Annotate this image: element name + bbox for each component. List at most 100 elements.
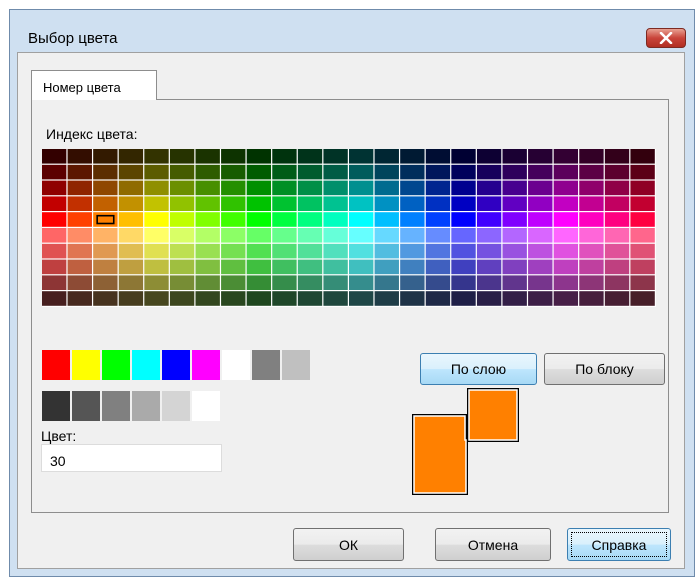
palette-cell[interactable] — [221, 275, 246, 290]
palette-cell[interactable] — [297, 212, 323, 227]
palette-cell[interactable] — [528, 228, 553, 243]
palette-cell[interactable] — [400, 291, 425, 306]
palette-cell[interactable] — [400, 275, 425, 290]
palette-cell[interactable] — [528, 196, 553, 211]
palette-cell[interactable] — [579, 196, 604, 211]
palette-cell[interactable] — [502, 196, 527, 211]
palette-cell[interactable] — [297, 275, 323, 290]
palette-cell[interactable] — [272, 228, 297, 243]
palette-cell[interactable] — [246, 164, 272, 180]
palette-cell[interactable] — [67, 164, 92, 180]
palette-cell[interactable] — [144, 149, 169, 164]
palette-cell[interactable] — [67, 196, 92, 211]
palette-cell[interactable] — [118, 243, 144, 259]
palette-cell[interactable] — [93, 180, 118, 196]
palette-cell[interactable] — [553, 243, 579, 259]
palette-cell[interactable] — [144, 180, 169, 196]
palette-cell[interactable] — [67, 259, 92, 275]
palette-cell[interactable] — [528, 149, 553, 164]
title-bar[interactable]: Выбор цвета — [10, 10, 694, 48]
palette-cell[interactable] — [169, 196, 195, 211]
palette-cell[interactable] — [604, 164, 630, 180]
palette-cell[interactable] — [425, 149, 451, 164]
palette-cell[interactable] — [323, 275, 348, 290]
color-swatch[interactable] — [72, 350, 100, 380]
palette-cell[interactable] — [528, 212, 553, 227]
palette-cell[interactable] — [451, 259, 476, 275]
palette-cell[interactable] — [246, 228, 272, 243]
palette-cell[interactable] — [272, 259, 297, 275]
palette-cell[interactable] — [195, 228, 220, 243]
palette-cell[interactable] — [221, 291, 246, 306]
color-swatch[interactable] — [132, 391, 160, 421]
palette-cell[interactable] — [604, 212, 630, 227]
palette-cell[interactable] — [502, 228, 527, 243]
palette-cell[interactable] — [425, 228, 451, 243]
palette-cell[interactable] — [476, 180, 502, 196]
palette-cell[interactable] — [630, 291, 655, 306]
palette-cell[interactable] — [502, 212, 527, 227]
palette-cell[interactable] — [195, 196, 220, 211]
palette-cell[interactable] — [118, 291, 144, 306]
palette-cell[interactable] — [42, 212, 67, 227]
palette-cell[interactable] — [169, 243, 195, 259]
palette-cell[interactable] — [374, 228, 399, 243]
palette-cell[interactable] — [195, 164, 220, 180]
palette-cell[interactable] — [476, 259, 502, 275]
palette-cell[interactable] — [630, 228, 655, 243]
palette-cell[interactable] — [272, 149, 297, 164]
palette-cell[interactable] — [579, 259, 604, 275]
palette-cell[interactable] — [221, 149, 246, 164]
palette-cell[interactable] — [67, 243, 92, 259]
palette-cell[interactable] — [93, 275, 118, 290]
palette-cell[interactable] — [451, 243, 476, 259]
palette-cell[interactable] — [67, 275, 92, 290]
palette-cell[interactable] — [297, 228, 323, 243]
palette-cell[interactable] — [476, 275, 502, 290]
palette-cell[interactable] — [553, 149, 579, 164]
palette-cell[interactable] — [425, 180, 451, 196]
palette-cell[interactable] — [42, 259, 67, 275]
palette-cell[interactable] — [502, 243, 527, 259]
palette-cell[interactable] — [195, 149, 220, 164]
palette-cell[interactable] — [272, 180, 297, 196]
palette-cell[interactable] — [42, 291, 67, 306]
palette-cell[interactable] — [297, 149, 323, 164]
palette-cell[interactable] — [118, 196, 144, 211]
palette-cell[interactable] — [528, 164, 553, 180]
palette-cell[interactable] — [630, 149, 655, 164]
ok-button[interactable]: ОК — [293, 528, 404, 561]
palette-cell[interactable] — [528, 291, 553, 306]
cancel-button[interactable]: Отмена — [435, 528, 551, 561]
palette-cell[interactable] — [553, 180, 579, 196]
palette-cell[interactable] — [579, 228, 604, 243]
palette-cell[interactable] — [93, 149, 118, 164]
palette-cell[interactable] — [374, 196, 399, 211]
palette-cell[interactable] — [169, 291, 195, 306]
close-button[interactable] — [646, 28, 686, 48]
palette-cell[interactable] — [246, 196, 272, 211]
palette-cell[interactable] — [246, 243, 272, 259]
palette-cell[interactable] — [630, 164, 655, 180]
palette-cell[interactable] — [604, 196, 630, 211]
palette-cell[interactable] — [272, 243, 297, 259]
palette-cell[interactable] — [144, 291, 169, 306]
palette-cell[interactable] — [630, 212, 655, 227]
palette-cell[interactable] — [42, 275, 67, 290]
color-index-palette[interactable] — [42, 149, 656, 307]
palette-cell[interactable] — [425, 243, 451, 259]
palette-cell[interactable] — [451, 275, 476, 290]
palette-cell[interactable] — [323, 259, 348, 275]
palette-cell[interactable] — [349, 196, 374, 211]
palette-cell[interactable] — [144, 275, 169, 290]
palette-cell[interactable] — [144, 164, 169, 180]
palette-cell[interactable] — [553, 212, 579, 227]
palette-cell[interactable] — [604, 180, 630, 196]
palette-cell[interactable] — [374, 180, 399, 196]
palette-cell[interactable] — [67, 180, 92, 196]
palette-cell[interactable] — [528, 243, 553, 259]
palette-cell[interactable] — [476, 243, 502, 259]
palette-cell[interactable] — [579, 149, 604, 164]
palette-cell[interactable] — [272, 196, 297, 211]
palette-cell[interactable] — [144, 196, 169, 211]
